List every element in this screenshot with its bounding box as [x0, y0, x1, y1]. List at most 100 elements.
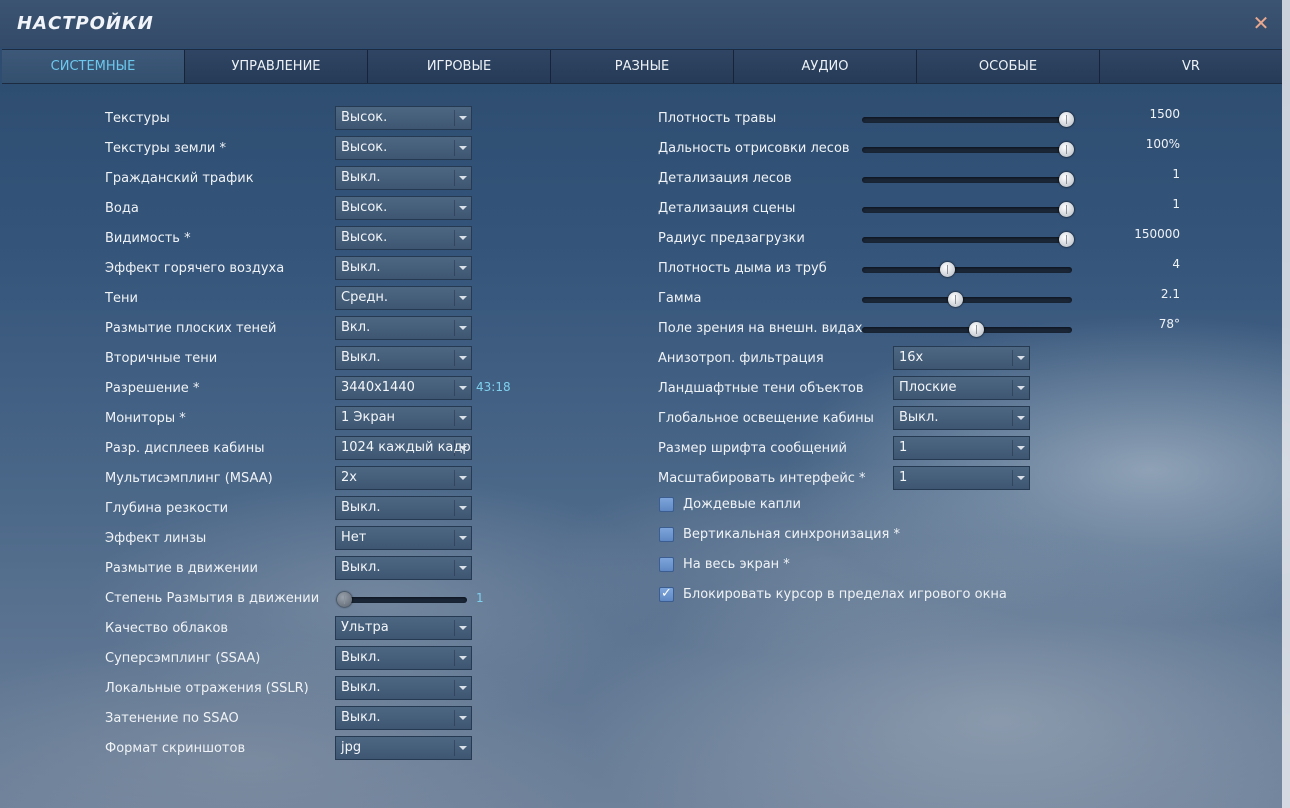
slider-track[interactable] — [862, 327, 1072, 333]
setting-label: Видимость * — [105, 231, 191, 246]
dropdown[interactable]: Выкл. — [335, 646, 472, 670]
dropdown-divider — [454, 500, 455, 516]
dropdown[interactable]: Высок. — [335, 196, 472, 220]
slider-knob[interactable] — [1059, 172, 1074, 187]
tab-1[interactable]: СИСТЕМНЫЕ — [2, 50, 185, 83]
dropdown[interactable]: Высок. — [335, 226, 472, 250]
checkbox[interactable]: ✓ — [659, 586, 674, 602]
slider-track[interactable] — [862, 237, 1072, 243]
setting-label: Затенение по SSAO — [105, 711, 239, 726]
dropdown[interactable]: 1024 каждый кадр — [335, 436, 472, 460]
slider-knob[interactable] — [1059, 112, 1074, 127]
dropdown[interactable]: Выкл. — [335, 346, 472, 370]
setting-label: Глубина резкости — [105, 501, 229, 516]
dropdown-value: Выкл. — [341, 710, 381, 725]
chevron-down-icon — [459, 446, 467, 450]
dropdown-value: Выкл. — [899, 410, 939, 425]
chevron-down-icon — [459, 656, 467, 660]
slider-knob[interactable] — [1059, 202, 1074, 217]
slider-track[interactable] — [339, 597, 467, 603]
dropdown-divider — [454, 320, 455, 336]
close-icon[interactable]: ✕ — [1252, 12, 1270, 34]
chevron-down-icon — [459, 626, 467, 630]
dropdown-divider — [454, 350, 455, 366]
window-edge — [1282, 0, 1290, 808]
setting-label: Плотность дыма из труб — [658, 261, 827, 276]
chevron-down-icon — [459, 116, 467, 120]
slider-track[interactable] — [862, 177, 1072, 183]
dropdown[interactable]: Выкл. — [335, 706, 472, 730]
tab-5[interactable]: АУДИО — [734, 50, 917, 83]
dropdown-divider — [454, 440, 455, 456]
setting-label: Текстуры — [105, 111, 170, 126]
tab-3[interactable]: ИГРОВЫЕ — [368, 50, 551, 83]
setting-label: Формат скриншотов — [105, 741, 246, 756]
checkbox-label[interactable]: Вертикальная синхронизация * — [683, 525, 900, 545]
dropdown[interactable]: Выкл. — [335, 556, 472, 580]
checkbox[interactable] — [659, 497, 674, 512]
slider-value: 2.1 — [1160, 287, 1180, 301]
dropdown[interactable]: 1 — [893, 466, 1030, 490]
checkbox[interactable] — [659, 527, 674, 542]
aspect-ratio: 43:18 — [476, 380, 511, 394]
dropdown[interactable]: 1 Экран — [335, 406, 472, 430]
tab-6[interactable]: ОСОБЫЕ — [917, 50, 1100, 83]
tab-7[interactable]: VR — [1100, 50, 1282, 83]
chevron-down-icon — [459, 266, 467, 270]
slider-knob[interactable] — [939, 262, 955, 277]
slider-knob[interactable] — [1059, 232, 1074, 247]
dropdown[interactable]: Выкл. — [335, 256, 472, 280]
dropdown[interactable]: Средн. — [335, 286, 472, 310]
dropdown[interactable]: 3440x1440 — [335, 376, 472, 400]
tab-2[interactable]: УПРАВЛЕНИЕ — [185, 50, 368, 83]
chevron-down-icon — [1017, 386, 1025, 390]
dropdown-value: Высок. — [341, 140, 388, 155]
setting-label: Степень Размытия в движении — [105, 591, 320, 606]
setting-label: Детализация сцены — [658, 201, 796, 216]
dropdown-value: Вкл. — [341, 320, 371, 335]
slider-value: 1500 — [1149, 107, 1180, 121]
dropdown[interactable]: Ультра — [335, 616, 472, 640]
dropdown[interactable]: Выкл. — [335, 496, 472, 520]
dropdown[interactable]: Выкл. — [335, 166, 472, 190]
dropdown-value: Средн. — [341, 290, 388, 305]
slider-value: 150000 — [1134, 227, 1180, 241]
dropdown-divider — [454, 290, 455, 306]
checkbox-label[interactable]: Дождевые капли — [683, 495, 801, 515]
checkbox-label[interactable]: Блокировать курсор в пределах игрового о… — [683, 585, 1007, 605]
dropdown[interactable]: 1 — [893, 436, 1030, 460]
slider-track[interactable] — [862, 297, 1072, 303]
dropdown-value: 3440x1440 — [341, 380, 415, 395]
slider-knob[interactable] — [969, 322, 985, 337]
tab-4[interactable]: РАЗНЫЕ — [551, 50, 734, 83]
slider-knob[interactable] — [1059, 142, 1074, 157]
dropdown[interactable]: Высок. — [335, 106, 472, 130]
checkbox-label[interactable]: На весь экран * — [683, 555, 790, 575]
slider-track[interactable] — [862, 117, 1072, 123]
dropdown-value: 1024 каждый кадр — [341, 440, 471, 455]
slider-knob[interactable] — [337, 592, 352, 607]
slider-value: 1 — [476, 591, 484, 605]
dropdown[interactable]: Выкл. — [335, 676, 472, 700]
slider-knob[interactable] — [947, 292, 963, 307]
dropdown[interactable]: Выкл. — [893, 406, 1030, 430]
dropdown[interactable]: Плоские — [893, 376, 1030, 400]
dropdown[interactable]: jpg — [335, 736, 472, 760]
checkbox[interactable] — [659, 557, 674, 572]
slider-track[interactable] — [862, 207, 1072, 213]
slider-track[interactable] — [862, 147, 1072, 153]
dropdown[interactable]: Высок. — [335, 136, 472, 160]
chevron-down-icon — [459, 296, 467, 300]
tab-bar: СИСТЕМНЫЕ УПРАВЛЕНИЕ ИГРОВЫЕ РАЗНЫЕ АУДИО ОСО… — [2, 49, 1282, 84]
dropdown[interactable]: 16x — [893, 346, 1030, 370]
dropdown[interactable]: 2x — [335, 466, 472, 490]
slider-track[interactable] — [862, 267, 1072, 273]
chevron-down-icon — [459, 206, 467, 210]
setting-label: Мультисэмплинг (MSAA) — [105, 471, 273, 486]
dropdown-value: Нет — [341, 530, 367, 545]
chevron-down-icon — [459, 476, 467, 480]
chevron-down-icon — [459, 416, 467, 420]
dropdown[interactable]: Нет — [335, 526, 472, 550]
dropdown[interactable]: Вкл. — [335, 316, 472, 340]
setting-label: Тени — [105, 291, 138, 306]
